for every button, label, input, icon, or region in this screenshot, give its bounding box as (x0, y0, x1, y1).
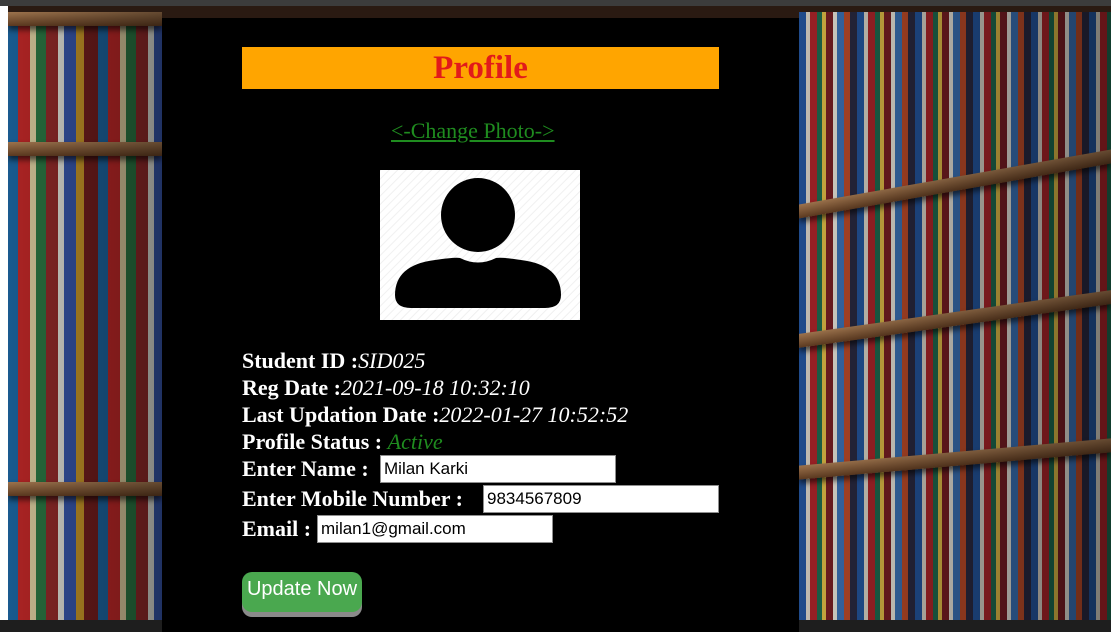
student-id-value: SID025 (358, 348, 426, 373)
bookshelf-background-left (8, 12, 162, 620)
update-now-button[interactable]: Update Now (242, 572, 362, 612)
email-field[interactable] (317, 515, 553, 543)
name-field[interactable] (380, 455, 616, 483)
mobile-number-field[interactable] (483, 485, 719, 513)
profile-photo (380, 170, 580, 320)
email-label: Email : (242, 515, 311, 542)
mobile-label: Enter Mobile Number : (242, 485, 463, 512)
last-updation-value: 2022-01-27 10:52:52 (439, 402, 629, 427)
reg-date-label: Reg Date : (242, 375, 341, 400)
bookshelf-background-right (799, 12, 1111, 620)
change-photo-link[interactable]: <-Change Photo-> (391, 118, 555, 144)
reg-date-row: Reg Date :2021-09-18 10:32:10 (242, 374, 530, 401)
window-top-bar (0, 0, 1111, 6)
page-title: Profile (242, 47, 719, 89)
user-silhouette-icon (380, 170, 580, 320)
mobile-label-text: Enter Mobile Number : (242, 486, 463, 511)
name-label-text: Enter Name : (242, 456, 369, 481)
reg-date-value: 2021-09-18 10:32:10 (340, 375, 530, 400)
last-updation-label: Last Updation Date : (242, 402, 440, 427)
student-id-label: Student ID : (242, 348, 359, 373)
profile-status-value: Active (387, 429, 443, 454)
profile-panel: Profile <-Change Photo-> Student ID :SID… (162, 18, 799, 632)
shelf-shade (8, 12, 162, 620)
email-label-text: Email : (242, 516, 312, 541)
window-left-edge (0, 6, 8, 632)
student-id-row: Student ID :SID025 (242, 347, 425, 374)
name-label: Enter Name : (242, 455, 369, 482)
last-updation-row: Last Updation Date :2022-01-27 10:52:52 (242, 401, 628, 428)
shelf-shade (799, 12, 1111, 620)
profile-status-row: Profile Status : Active (242, 428, 443, 455)
profile-status-label: Profile Status : (242, 429, 388, 454)
